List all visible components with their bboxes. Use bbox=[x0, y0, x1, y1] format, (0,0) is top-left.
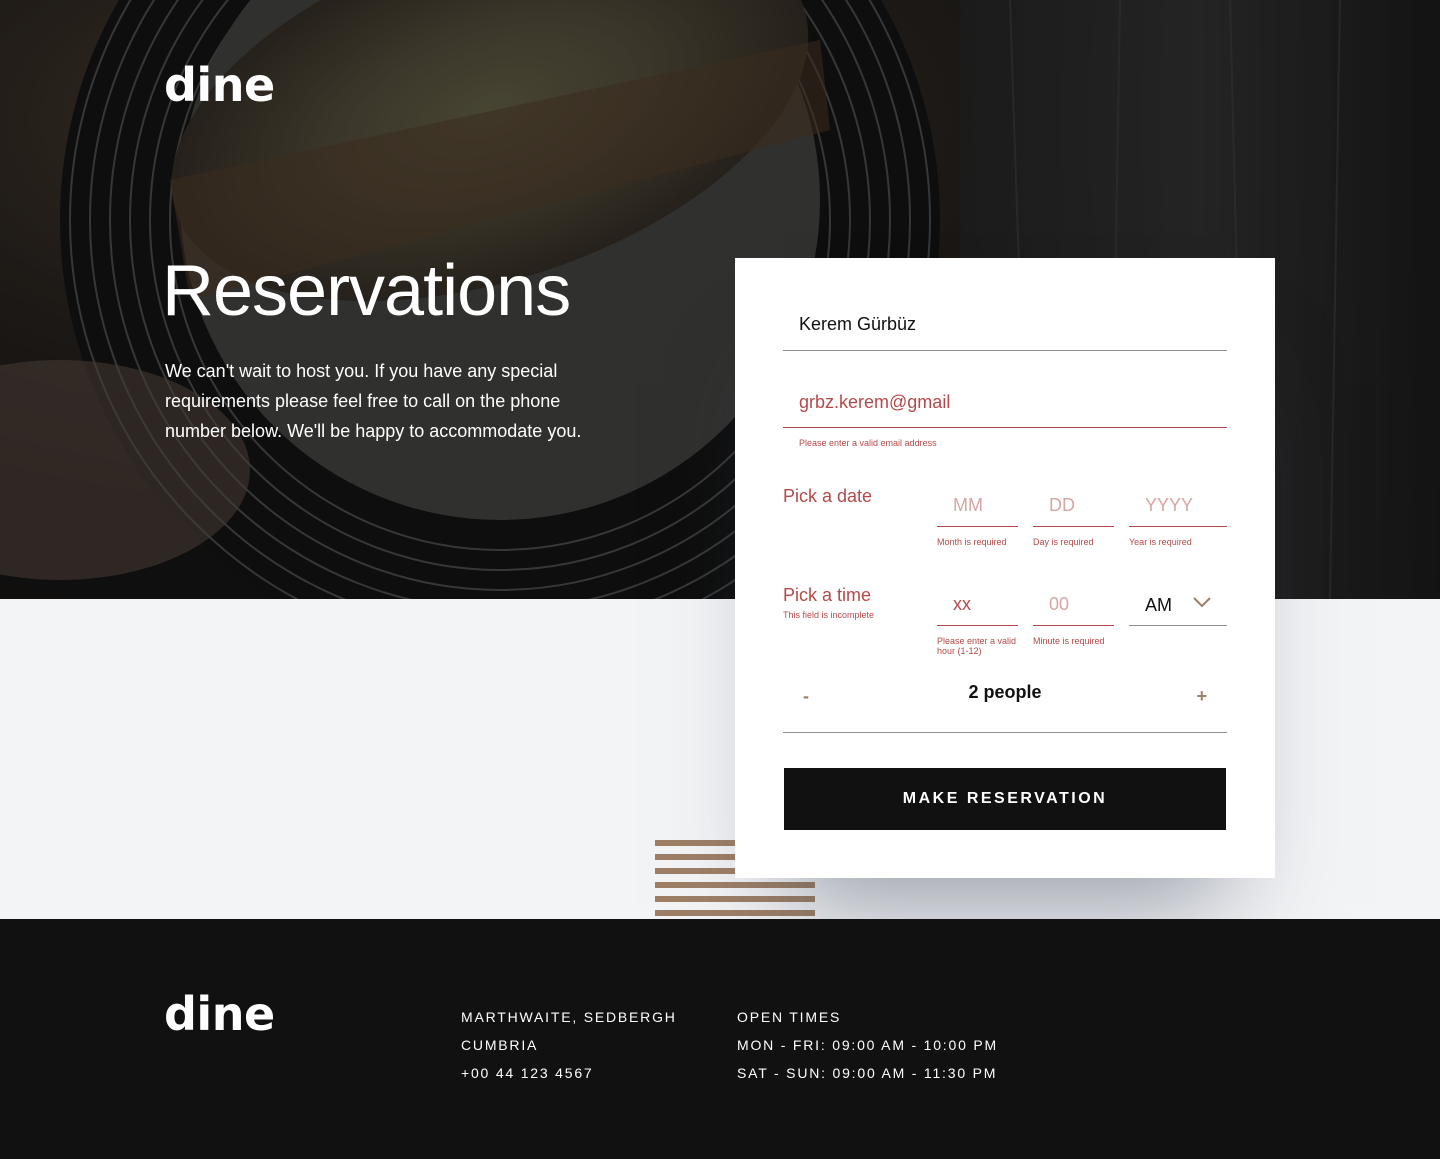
hero-description: We can't wait to host you. If you have a… bbox=[165, 361, 582, 441]
hours-weekday: MON - FRI: 09:00 AM - 10:00 PM bbox=[737, 1037, 998, 1053]
hour-error: Please enter a valid hour (1-12) bbox=[937, 636, 1017, 656]
footer: dine MARTHWAITE, SEDBERGH CUMBRIA +00 44… bbox=[0, 919, 1440, 1159]
hour-input[interactable] bbox=[937, 585, 1034, 623]
period-value: AM bbox=[1145, 595, 1172, 615]
chevron-down-icon bbox=[1193, 597, 1211, 608]
month-input[interactable] bbox=[937, 486, 1034, 524]
name-field bbox=[783, 304, 1243, 351]
year-input[interactable] bbox=[1129, 486, 1243, 524]
footer-hours: OPEN TIMES MON - FRI: 09:00 AM - 10:00 P… bbox=[737, 1003, 998, 1087]
people-count: 2 people bbox=[968, 682, 1042, 702]
hour-field bbox=[937, 585, 1034, 626]
minute-field bbox=[1033, 585, 1130, 626]
period-select[interactable]: AM bbox=[1129, 585, 1227, 626]
address-line: CUMBRIA bbox=[461, 1037, 539, 1053]
email-input[interactable] bbox=[783, 382, 1243, 422]
name-input[interactable] bbox=[783, 304, 1243, 344]
month-field bbox=[937, 486, 1034, 527]
day-input[interactable] bbox=[1033, 486, 1130, 524]
phone-number: +00 44 123 4567 bbox=[461, 1065, 594, 1081]
increase-people-button[interactable]: + bbox=[1196, 686, 1207, 707]
time-label: Pick a time bbox=[783, 585, 872, 605]
day-error: Day is required bbox=[1033, 537, 1094, 547]
email-field bbox=[783, 382, 1243, 428]
footer-logo[interactable]: dine bbox=[164, 987, 275, 1041]
logo[interactable]: dine bbox=[164, 58, 275, 112]
footer-address: MARTHWAITE, SEDBERGH CUMBRIA +00 44 123 … bbox=[461, 1003, 677, 1087]
reservation-form: Please enter a valid email address Pick … bbox=[735, 258, 1275, 878]
address-line: MARTHWAITE, SEDBERGH bbox=[461, 1009, 677, 1025]
hours-weekend: SAT - SUN: 09:00 AM - 11:30 PM bbox=[737, 1065, 998, 1081]
minute-error: Minute is required bbox=[1033, 636, 1105, 646]
year-error: Year is required bbox=[1129, 537, 1192, 547]
email-error: Please enter a valid email address bbox=[799, 438, 937, 448]
date-label: Pick a date bbox=[783, 486, 873, 506]
year-field bbox=[1129, 486, 1243, 527]
day-field bbox=[1033, 486, 1130, 527]
make-reservation-button[interactable]: MAKE RESERVATION bbox=[784, 768, 1226, 830]
hours-heading: OPEN TIMES bbox=[737, 1009, 842, 1025]
time-label-error: This field is incomplete bbox=[783, 610, 875, 620]
page-title: Reservations bbox=[162, 251, 571, 331]
people-stepper: - 2 people + bbox=[783, 678, 1227, 733]
month-error: Month is required bbox=[937, 537, 1007, 547]
minute-input[interactable] bbox=[1033, 585, 1130, 623]
